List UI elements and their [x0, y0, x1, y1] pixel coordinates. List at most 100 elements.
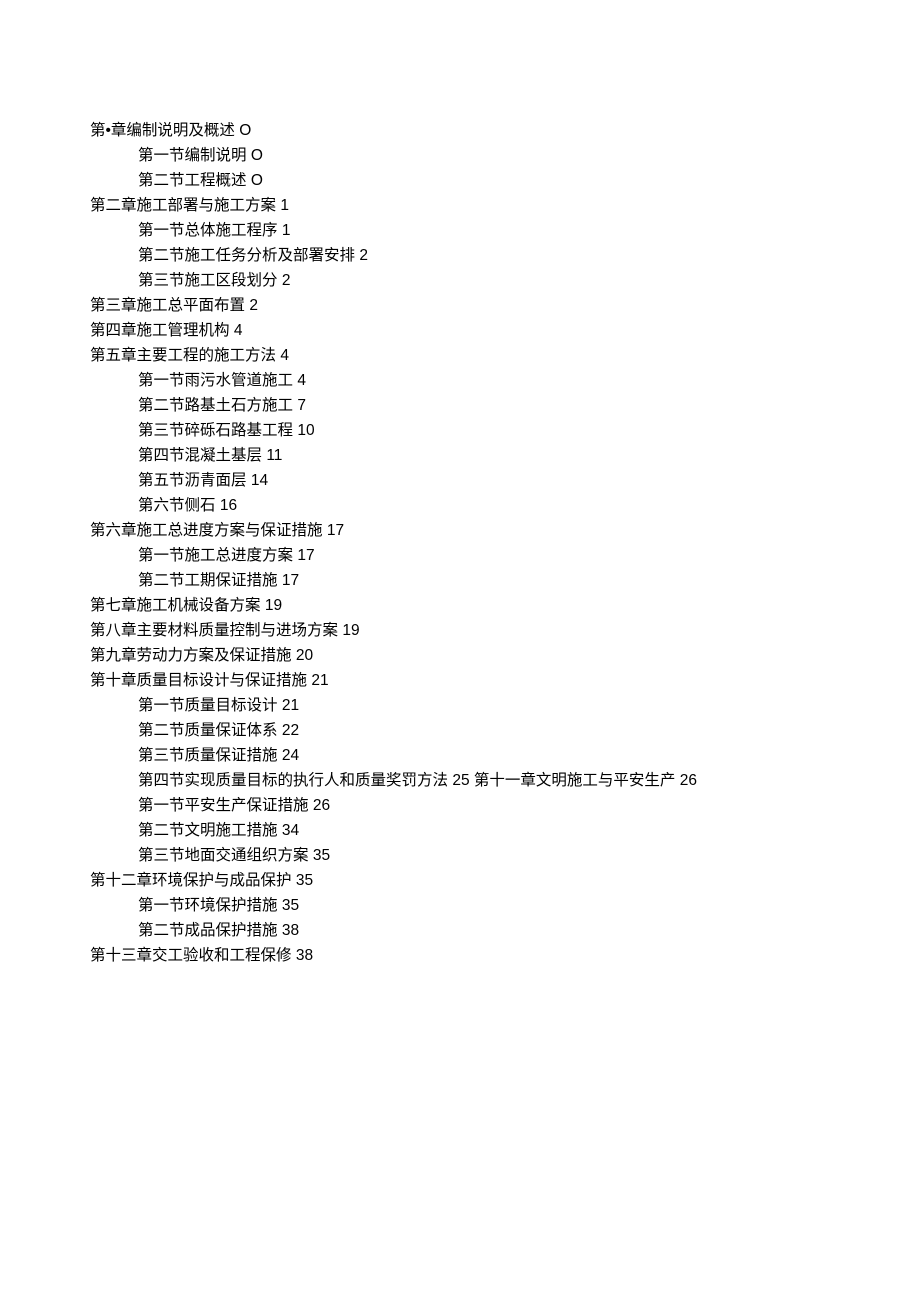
toc-entry-title: 第四节实现质量目标的执行人和质量奖罚方法 [138, 772, 448, 789]
toc-entry-title: 第一节编制说明 [138, 147, 247, 164]
toc-entry: 第一节平安生产保证措施 26 [90, 793, 830, 818]
toc-entry: 第二节质量保证体系 22 [90, 718, 830, 743]
toc-entry-title: 第•章编制说明及概述 [90, 122, 235, 139]
toc-entry-page: 34 [282, 822, 299, 839]
toc-entry-page-inline: 26 [680, 772, 697, 789]
toc-entry: 第二节成品保护措施 38 [90, 918, 830, 943]
toc-entry: 第二节文明施工措施 34 [90, 818, 830, 843]
toc-entry: 第九章劳动力方案及保证措施 20 [90, 643, 830, 668]
toc-entry-page: 25 [452, 772, 469, 789]
toc-entry: 第一节总体施工程序 1 [90, 218, 830, 243]
toc-entry: 第四章施工管理机构 4 [90, 318, 830, 343]
toc-entry-title: 第十三章交工验收和工程保修 [90, 947, 292, 964]
toc-entry-title: 第十二章环境保护与成品保护 [90, 872, 292, 889]
toc-entry-page: O [251, 172, 263, 189]
toc-entry: 第十二章环境保护与成品保护 35 [90, 868, 830, 893]
toc-entry: 第一节质量目标设计 21 [90, 693, 830, 718]
toc-entry-title-inline: 第十一章文明施工与平安生产 [474, 772, 676, 789]
toc-entry: 第三章施工总平面布置 2 [90, 293, 830, 318]
toc-entry-page: 1 [282, 222, 291, 239]
toc-entry-title: 第四章施工管理机构 [90, 322, 230, 339]
toc-entry-page: 19 [342, 622, 359, 639]
toc-entry-page: 21 [311, 672, 328, 689]
toc-entry-title: 第三节施工区段划分 [138, 272, 278, 289]
toc-entry-page: 4 [297, 372, 306, 389]
toc-entry-title: 第七章施工机械设备方案 [90, 597, 261, 614]
toc-entry-page: 17 [327, 522, 344, 539]
toc-entry-title: 第一节平安生产保证措施 [138, 797, 309, 814]
toc-entry: 第一节编制说明 O [90, 143, 830, 168]
toc-entry-page: 2 [249, 297, 258, 314]
toc-entry-page: 4 [280, 347, 289, 364]
toc-entry: 第一节施工总进度方案 17 [90, 543, 830, 568]
toc-entry-title: 第四节混凝土基层 [138, 447, 262, 464]
toc-entry-title: 第一节环境保护措施 [138, 897, 278, 914]
toc-entry-page: 17 [282, 572, 299, 589]
toc-entry: 第二节工程概述 O [90, 168, 830, 193]
toc-entry-page: 11 [266, 447, 282, 464]
toc-entry: 第二章施工部署与施工方案 1 [90, 193, 830, 218]
toc-entry-page: 1 [280, 197, 289, 214]
toc-entry-page: 2 [282, 272, 291, 289]
toc-entry: 第二节工期保证措施 17 [90, 568, 830, 593]
toc-entry: 第十三章交工验收和工程保修 38 [90, 943, 830, 968]
toc-entry-page: 20 [296, 647, 313, 664]
toc-entry-page: 35 [313, 847, 330, 864]
toc-entry-title: 第二节路基土石方施工 [138, 397, 293, 414]
table-of-contents: 第•章编制说明及概述 O第一节编制说明 O第二节工程概述 O第二章施工部署与施工… [90, 118, 830, 968]
toc-entry-title: 第三节质量保证措施 [138, 747, 278, 764]
toc-entry-page: 21 [282, 697, 299, 714]
toc-entry-title: 第三节碎砾石路基工程 [138, 422, 293, 439]
toc-entry-title: 第六节侧石 [138, 497, 216, 514]
toc-entry-page: O [239, 122, 251, 139]
toc-entry-title: 第二节工期保证措施 [138, 572, 278, 589]
toc-entry-page: 26 [313, 797, 330, 814]
toc-entry-title: 第六章施工总进度方案与保证措施 [90, 522, 323, 539]
toc-entry: 第七章施工机械设备方案 19 [90, 593, 830, 618]
toc-entry-title: 第五章主要工程的施工方法 [90, 347, 276, 364]
toc-entry-page: 38 [282, 922, 299, 939]
toc-entry-page: 19 [265, 597, 282, 614]
toc-entry: 第三节施工区段划分 2 [90, 268, 830, 293]
toc-entry: 第六章施工总进度方案与保证措施 17 [90, 518, 830, 543]
toc-entry-title: 第二节文明施工措施 [138, 822, 278, 839]
toc-entry-title: 第九章劳动力方案及保证措施 [90, 647, 292, 664]
toc-entry: 第三节质量保证措施 24 [90, 743, 830, 768]
toc-entry-title: 第三节地面交通组织方案 [138, 847, 309, 864]
toc-entry-page: 2 [359, 247, 368, 264]
toc-entry-page: 7 [297, 397, 306, 414]
toc-entry: 第四节实现质量目标的执行人和质量奖罚方法 25 第十一章文明施工与平安生产 26 [90, 768, 830, 793]
document-page: 第•章编制说明及概述 O第一节编制说明 O第二节工程概述 O第二章施工部署与施工… [0, 0, 920, 968]
toc-entry: 第八章主要材料质量控制与进场方案 19 [90, 618, 830, 643]
toc-entry-title: 第一节质量目标设计 [138, 697, 278, 714]
toc-entry: 第三节碎砾石路基工程 10 [90, 418, 830, 443]
toc-entry: 第•章编制说明及概述 O [90, 118, 830, 143]
toc-entry-title: 第二章施工部署与施工方案 [90, 197, 276, 214]
toc-entry: 第二节路基土石方施工 7 [90, 393, 830, 418]
toc-entry-title: 第五节沥青面层 [138, 472, 247, 489]
toc-entry-title: 第二节工程概述 [138, 172, 247, 189]
toc-entry: 第五节沥青面层 14 [90, 468, 830, 493]
toc-entry-page: 22 [282, 722, 299, 739]
toc-entry-page: O [251, 147, 263, 164]
toc-entry-page: 4 [234, 322, 243, 339]
toc-entry: 第四节混凝土基层 11 [90, 443, 830, 468]
toc-entry-title: 第二节质量保证体系 [138, 722, 278, 739]
toc-entry-page: 14 [251, 472, 268, 489]
toc-entry-page: 38 [296, 947, 313, 964]
toc-entry-page: 17 [297, 547, 314, 564]
toc-entry-page: 35 [296, 872, 313, 889]
toc-entry: 第十章质量目标设计与保证措施 21 [90, 668, 830, 693]
toc-entry-title: 第二节施工任务分析及部署安排 [138, 247, 355, 264]
toc-entry-page: 24 [282, 747, 299, 764]
toc-entry: 第六节侧石 16 [90, 493, 830, 518]
toc-entry-page: 35 [282, 897, 299, 914]
toc-entry-title: 第十章质量目标设计与保证措施 [90, 672, 307, 689]
toc-entry-title: 第三章施工总平面布置 [90, 297, 245, 314]
toc-entry: 第一节雨污水管道施工 4 [90, 368, 830, 393]
toc-entry: 第三节地面交通组织方案 35 [90, 843, 830, 868]
toc-entry: 第一节环境保护措施 35 [90, 893, 830, 918]
toc-entry-title: 第二节成品保护措施 [138, 922, 278, 939]
toc-entry-title: 第一节施工总进度方案 [138, 547, 293, 564]
toc-entry-title: 第一节总体施工程序 [138, 222, 278, 239]
